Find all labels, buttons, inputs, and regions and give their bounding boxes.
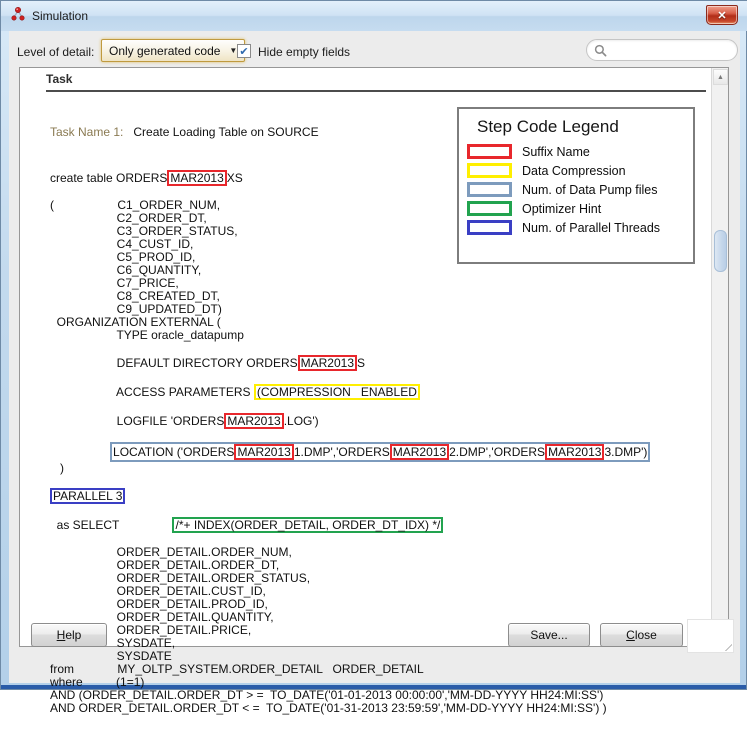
yellow-highlight-box: (COMPRESSION ENABLED — [254, 384, 420, 400]
simulation-dialog: Simulation ✕ Level of detail: Only gener… — [0, 0, 747, 690]
help-button[interactable]: Help — [31, 623, 107, 647]
close-icon: ✕ — [717, 9, 726, 22]
task-name-value: Create Loading Table on SOURCE — [133, 125, 318, 139]
code-line: ACCESS PARAMETERS (COMPRESSION ENABLED — [50, 384, 650, 400]
search-input[interactable] — [612, 43, 730, 57]
level-of-detail-label: Level of detail: — [17, 45, 94, 59]
scrollbar-thumb[interactable] — [714, 230, 727, 272]
red-highlight-box: MAR2013 — [390, 444, 449, 460]
title-bar[interactable]: Simulation — [1, 1, 747, 31]
code-line: LOCATION ('ORDERSMAR20131.DMP','ORDERSMA… — [50, 442, 650, 462]
close-button[interactable]: Close — [600, 623, 683, 647]
red-highlight-box: MAR2013 — [545, 444, 604, 460]
code-line: AND ORDER_DETAIL.ORDER_DT < = TO_DATE('0… — [50, 702, 650, 715]
level-of-detail-dropdown[interactable]: Only generated code ▼ — [101, 39, 245, 62]
legend-item-label: Data Compression — [522, 164, 626, 178]
task-section-header: Task — [46, 72, 706, 92]
hide-empty-fields-checkbox[interactable]: ✔ — [237, 44, 251, 58]
blue-swatch — [467, 220, 512, 235]
step-code-legend: Step Code Legend Suffix Name Data Compres… — [457, 107, 695, 264]
resize-grip[interactable] — [720, 639, 732, 651]
blue-highlight-box: PARALLEL 3 — [50, 488, 125, 504]
steel-highlight-box: LOCATION ('ORDERSMAR20131.DMP','ORDERSMA… — [110, 442, 650, 462]
code-line — [50, 342, 650, 355]
search-icon — [594, 44, 607, 57]
legend-rows: Suffix Name Data Compression Num. of Data … — [467, 144, 685, 235]
green-swatch — [467, 201, 512, 216]
save-button[interactable]: Save... — [508, 623, 590, 647]
legend-item: Optimizer Hint — [467, 201, 685, 216]
legend-title: Step Code Legend — [477, 117, 685, 137]
code-line: as SELECT /*+ INDEX(ORDER_DETAIL, ORDER_… — [50, 517, 650, 533]
red-swatch — [467, 144, 512, 159]
code-line — [50, 400, 650, 413]
legend-item-label: Num. of Data Pump files — [522, 183, 657, 197]
code-line: TYPE oracle_datapump — [50, 329, 650, 342]
code-line: LOGFILE 'ORDERSMAR2013.LOG') — [50, 413, 650, 429]
dropdown-selected-value: Only generated code — [109, 44, 220, 58]
search-box[interactable] — [586, 39, 738, 61]
red-highlight-box: MAR2013 — [298, 355, 357, 371]
red-highlight-box: MAR2013 — [167, 170, 226, 186]
code-line — [50, 475, 650, 488]
legend-item: Num. of Parallel Threads — [467, 220, 685, 235]
close-window-button[interactable]: ✕ — [706, 5, 738, 25]
task-panel: Task Task Name 1: Create Loading Table o… — [19, 67, 729, 647]
legend-item: Suffix Name — [467, 144, 685, 159]
legend-item-label: Suffix Name — [522, 145, 590, 159]
legend-item-label: Optimizer Hint — [522, 202, 601, 216]
checkmark-icon: ✔ — [239, 45, 248, 58]
resize-corner — [687, 619, 734, 653]
triangle-up-icon: ▲ — [717, 74, 724, 81]
red-highlight-box: MAR2013 — [234, 444, 293, 460]
code-line — [50, 504, 650, 517]
hide-empty-fields-label: Hide empty fields — [258, 45, 350, 59]
code-line: PARALLEL 3 — [50, 488, 650, 504]
red-highlight-box: MAR2013 — [224, 413, 283, 429]
legend-item-label: Num. of Parallel Threads — [522, 221, 660, 235]
vertical-scrollbar[interactable]: ▲ ▼ — [711, 68, 728, 646]
steel-swatch — [467, 182, 512, 197]
code-line — [50, 429, 650, 442]
code-line — [50, 371, 650, 384]
legend-item: Num. of Data Pump files — [467, 182, 685, 197]
task-name-label: Task Name 1: — [50, 125, 123, 139]
yellow-swatch — [467, 163, 512, 178]
app-icon — [10, 6, 26, 27]
green-highlight-box: /*+ INDEX(ORDER_DETAIL, ORDER_DT_IDX) */ — [172, 517, 443, 533]
code-line: DEFAULT DIRECTORY ORDERSMAR2013S — [50, 355, 650, 371]
scroll-up-button[interactable]: ▲ — [713, 69, 728, 85]
code-line: ) — [50, 462, 650, 475]
window-title: Simulation — [32, 9, 88, 23]
legend-item: Data Compression — [467, 163, 685, 178]
